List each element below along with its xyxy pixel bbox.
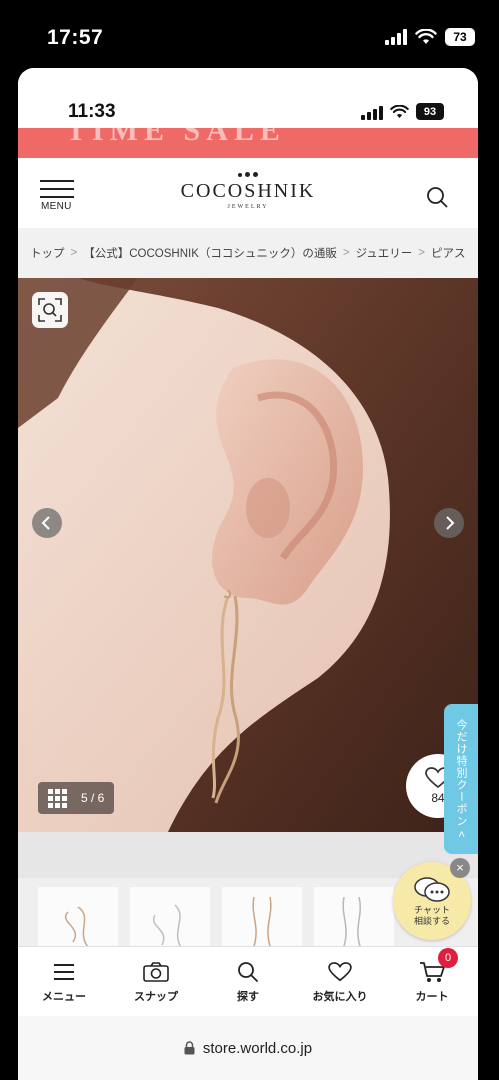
logo-text: COCOSHNIK bbox=[180, 180, 316, 202]
header-search-icon[interactable] bbox=[426, 186, 448, 208]
breadcrumb-separator: > bbox=[70, 247, 78, 259]
logo-subtext: JEWELRY bbox=[227, 204, 269, 210]
site-logo[interactable]: COCOSHNIK JEWELRY bbox=[158, 172, 338, 210]
camera-icon bbox=[143, 961, 169, 982]
outer-clock: 17:57 bbox=[47, 26, 104, 49]
hamburger-icon bbox=[40, 180, 74, 182]
inner-wifi-icon bbox=[390, 104, 409, 118]
browser-screenshot: 11:33 93 TIME SALE MENU COCOSHNIK JEWELR… bbox=[18, 68, 478, 1080]
logo-dots-icon bbox=[158, 172, 338, 177]
chat-label-line1: チャット bbox=[414, 905, 450, 915]
breadcrumb: トップ > 【公式】COCOSHNIK（ココシュニック）の通販 > ジュエリー … bbox=[18, 228, 478, 278]
chevron-right-icon bbox=[446, 516, 455, 530]
menu-label: MENU bbox=[41, 201, 72, 212]
browser-url-bar[interactable]: store.world.co.jp bbox=[18, 1016, 478, 1080]
outer-status-bar: 17:57 73 bbox=[0, 0, 499, 70]
chat-icon bbox=[414, 877, 450, 902]
menu-button[interactable]: MENU bbox=[40, 180, 76, 220]
nav-cart[interactable]: 0 カート bbox=[392, 947, 472, 1004]
nav-snap-label: スナップ bbox=[134, 990, 178, 1003]
breadcrumb-item[interactable]: 【公式】COCOSHNIK（ココシュニック）の通販 bbox=[83, 245, 337, 261]
inner-clock: 11:33 bbox=[68, 101, 116, 122]
product-image-gallery[interactable]: 5 / 6 84 bbox=[18, 278, 478, 832]
search-icon bbox=[238, 961, 258, 982]
chat-label-line2: 相談する bbox=[413, 916, 450, 926]
inner-cellular-signal-icon bbox=[361, 104, 383, 120]
previous-image-button[interactable] bbox=[32, 508, 62, 538]
site-header: MENU COCOSHNIK JEWELRY bbox=[18, 158, 478, 228]
zoom-button[interactable] bbox=[32, 292, 68, 328]
hamburger-icon bbox=[54, 963, 74, 980]
breadcrumb-separator: > bbox=[342, 247, 350, 259]
heart-icon bbox=[328, 961, 352, 981]
nav-cart-label: カート bbox=[415, 990, 449, 1003]
wifi-icon bbox=[415, 29, 437, 44]
breadcrumb-separator: > bbox=[418, 247, 426, 259]
grid-icon bbox=[48, 788, 67, 808]
cart-count-badge: 0 bbox=[438, 947, 458, 968]
page-count: 5 / 6 bbox=[81, 791, 105, 805]
hamburger-icon-bar bbox=[40, 196, 74, 198]
bottom-navigation: メニュー スナップ 探す お気に入り 0 カート bbox=[18, 946, 478, 1016]
cellular-signal-icon bbox=[385, 29, 407, 45]
nav-search-label: 探す bbox=[237, 990, 259, 1003]
url-text: store.world.co.jp bbox=[202, 1039, 313, 1057]
nav-favorites-label: お気に入り bbox=[312, 990, 368, 1003]
chat-close-button[interactable]: × bbox=[450, 858, 470, 878]
image-page-indicator[interactable]: 5 / 6 bbox=[38, 782, 115, 814]
breadcrumb-item[interactable]: ジュエリー bbox=[356, 245, 413, 261]
nav-menu-label: メニュー bbox=[42, 990, 86, 1003]
lock-icon bbox=[184, 1041, 195, 1055]
nav-menu[interactable]: メニュー bbox=[24, 960, 104, 1004]
nav-favorites[interactable]: お気に入り bbox=[300, 960, 380, 1004]
battery-indicator: 73 bbox=[445, 28, 475, 46]
breadcrumb-item[interactable]: トップ bbox=[30, 245, 65, 261]
breadcrumb-item[interactable]: ピアス bbox=[431, 245, 466, 261]
inner-status-bar: 11:33 93 bbox=[18, 68, 478, 128]
zoom-icon bbox=[38, 298, 62, 322]
sale-banner-text: TIME SALE bbox=[66, 128, 286, 147]
inner-battery-indicator: 93 bbox=[416, 103, 444, 120]
hamburger-icon-bar bbox=[40, 188, 74, 190]
nav-snap[interactable]: スナップ bbox=[116, 960, 196, 1004]
next-image-button[interactable] bbox=[434, 508, 464, 538]
inner-status-icons: 93 bbox=[361, 103, 444, 120]
product-photo bbox=[18, 278, 478, 832]
outer-status-icons: 73 bbox=[385, 28, 475, 46]
coupon-tab[interactable]: 今だけ特別クーポン < bbox=[444, 704, 478, 854]
favorite-count: 84 bbox=[431, 791, 445, 805]
chevron-left-icon bbox=[41, 516, 50, 530]
nav-search[interactable]: 探す bbox=[208, 960, 288, 1004]
sale-banner[interactable]: TIME SALE bbox=[18, 128, 478, 158]
